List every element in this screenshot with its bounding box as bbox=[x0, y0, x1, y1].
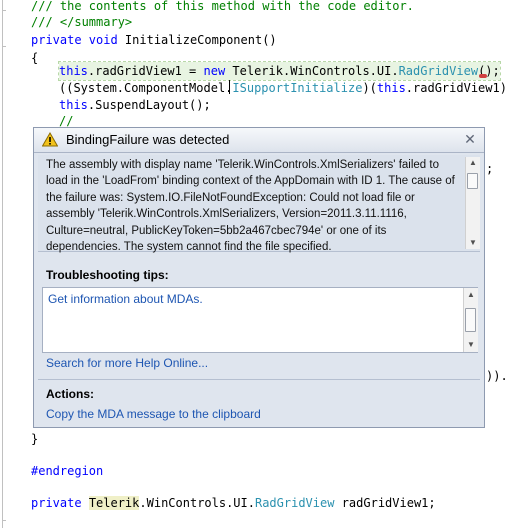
actions-heading: Actions: bbox=[46, 387, 94, 401]
outline-bar bbox=[2, 0, 3, 528]
keyword: private bbox=[31, 496, 82, 510]
popup-title: BindingFailure was detected bbox=[66, 132, 230, 147]
scroll-thumb[interactable] bbox=[467, 173, 478, 189]
code-text: .radGridView1)). bbox=[405, 81, 506, 95]
code-line-current-statement[interactable]: this.radGridView1 = new Telerik.WinContr… bbox=[58, 61, 501, 81]
code-text: Telerik.WinControls.UI. bbox=[225, 64, 399, 78]
copy-mda-message-link[interactable]: Copy the MDA message to the clipboard bbox=[46, 407, 261, 421]
exception-message-area: The assembly with display name 'Telerik.… bbox=[38, 155, 480, 254]
code-line-close-brace: } bbox=[31, 432, 39, 446]
tips-scrollbar[interactable]: ▲ ▼ bbox=[463, 288, 478, 352]
type-name: ISupportInitialize bbox=[232, 81, 363, 95]
code-text: )( bbox=[362, 81, 377, 95]
popup-header: BindingFailure was detected ✕ bbox=[34, 128, 484, 153]
code-line-method-signature: private void InitializeComponent() bbox=[31, 31, 277, 49]
code-line-comment-2: /// </summary> bbox=[31, 15, 133, 29]
keyword: new bbox=[203, 64, 226, 78]
code-line-field-declaration: private Telerik.WinControls.UI.RadGridVi… bbox=[31, 494, 436, 512]
code-line-open-brace: { bbox=[31, 51, 39, 65]
scroll-down-arrow-icon[interactable]: ▼ bbox=[464, 339, 478, 351]
code-fragment-paren: )). bbox=[486, 369, 506, 383]
outline-mark bbox=[2, 10, 6, 11]
method-name: InitializeComponent() bbox=[117, 33, 277, 47]
section-divider bbox=[38, 379, 480, 380]
type-name: RadGridView bbox=[398, 64, 479, 78]
type-name: RadGridView bbox=[254, 496, 335, 510]
code-text: .SuspendLayout(); bbox=[87, 98, 211, 112]
exception-message: The assembly with display name 'Telerik.… bbox=[46, 159, 455, 254]
code-line-suspend-layout: this.SuspendLayout(); bbox=[59, 96, 211, 114]
search-help-online-link[interactable]: Search for more Help Online... bbox=[46, 356, 208, 370]
message-scrollbar[interactable]: ▲ ▼ bbox=[465, 157, 480, 249]
scroll-thumb[interactable] bbox=[465, 308, 476, 332]
code-line-isupportinitialize: ((System.ComponentModel.ISupportInitiali… bbox=[59, 79, 506, 97]
code-text: .radGridView1 = bbox=[87, 64, 204, 78]
troubleshooting-tips-list: Get information about MDAs. ▲ ▼ bbox=[42, 287, 478, 353]
scroll-up-arrow-icon[interactable]: ▲ bbox=[466, 157, 480, 169]
outline-mark bbox=[2, 520, 6, 521]
code-text: radGridView1; bbox=[334, 496, 436, 510]
keyword: this bbox=[59, 64, 88, 78]
highlighted-reference: Telerik bbox=[88, 496, 140, 510]
close-button[interactable]: ✕ bbox=[462, 131, 478, 147]
keyword: this bbox=[59, 98, 88, 112]
mda-info-link[interactable]: Get information about MDAs. bbox=[48, 292, 203, 306]
exception-assistant-popup: BindingFailure was detected ✕ The assemb… bbox=[33, 127, 485, 428]
code-fragment-semicolon: ; bbox=[486, 162, 494, 176]
code-text: .WinControls.UI. bbox=[139, 496, 255, 510]
keyword: this bbox=[376, 81, 406, 95]
error-squiggle-icon[interactable] bbox=[479, 74, 487, 78]
code-text: ((System.ComponentModel. bbox=[59, 81, 233, 95]
code-line-endregion: #endregion bbox=[31, 464, 104, 478]
scroll-up-arrow-icon[interactable]: ▲ bbox=[464, 289, 478, 301]
troubleshooting-heading: Troubleshooting tips: bbox=[46, 268, 169, 282]
outline-mark bbox=[2, 46, 6, 47]
warning-icon bbox=[42, 132, 58, 147]
keyword: private void bbox=[31, 33, 118, 47]
scroll-down-arrow-icon[interactable]: ▼ bbox=[466, 237, 480, 249]
